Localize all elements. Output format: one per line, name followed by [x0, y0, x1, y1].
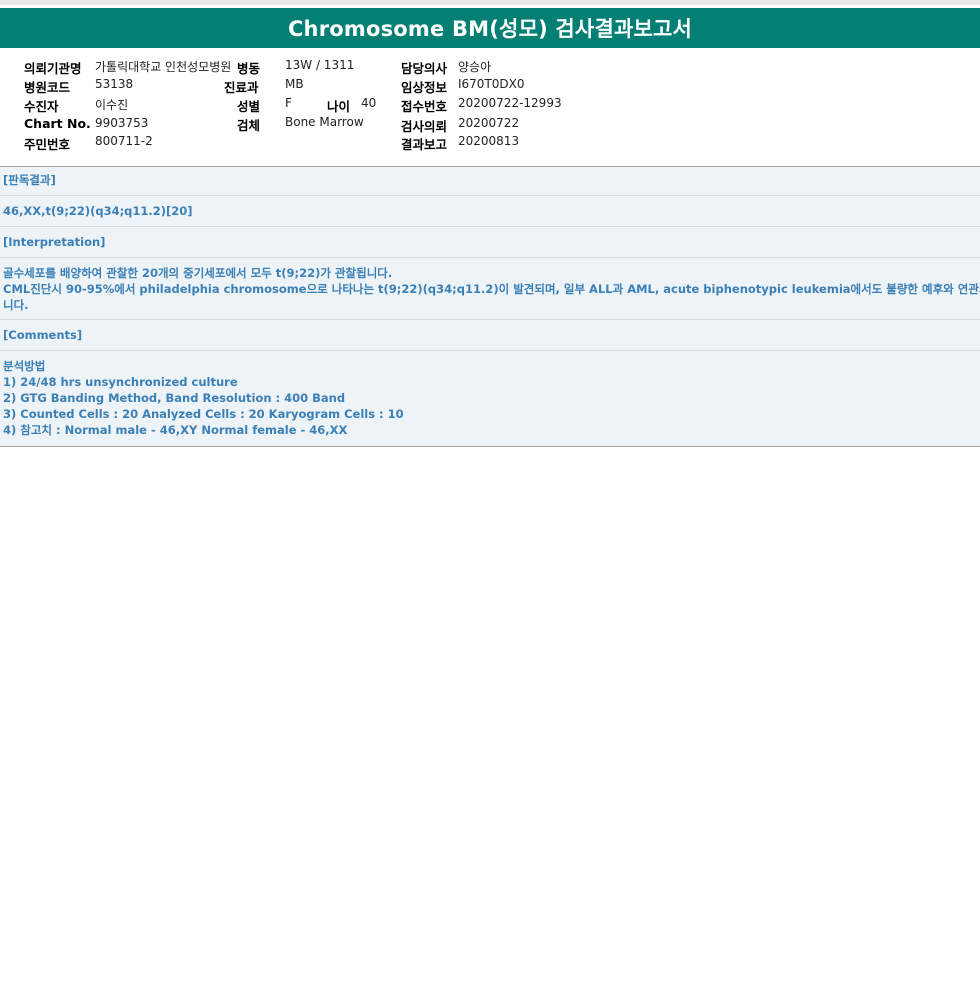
comments-row: 분석방법 1) 24/48 hrs unsynchronized culture…	[0, 351, 980, 446]
receipt-value: 20200722-12993	[458, 96, 562, 110]
report-body: [판독결과] 46,XX,t(9;22)(q34;q11.2)[20] [Int…	[0, 166, 980, 447]
patient-info-panel: 의뢰기관명 가톨릭대학교 인천성모병원 병동 13W / 1311 담당의사 양…	[0, 48, 980, 166]
report-title: Chromosome BM(성모) 검사결과보고서	[287, 17, 693, 41]
report-title-bar: Chromosome BM(성모) 검사결과보고서	[0, 8, 980, 48]
result-heading: [판독결과]	[3, 173, 56, 187]
interpretation-heading: [Interpretation]	[3, 235, 106, 249]
receipt-label: 접수번호	[401, 99, 448, 114]
comments-line: 1) 24/48 hrs unsynchronized culture	[3, 375, 238, 389]
hospital-code-value: 53138	[95, 77, 134, 91]
ward-value: 13W / 1311	[285, 58, 355, 72]
resident-id-value: 800711-2	[95, 134, 153, 148]
interpretation-line: 골수세포를 배양하여 관찰한 20개의 중기세포에서 모두 t(9;22)가 관…	[3, 266, 393, 280]
comments-line: 분석방법	[3, 359, 46, 373]
chart-number-value: 9903753	[95, 116, 149, 130]
department-label: 진료과	[224, 80, 259, 95]
age-value: 40	[361, 96, 377, 110]
interpretation-line: CML진단시 90-95%에서 philadelphia chromosome으…	[3, 282, 980, 296]
comments-heading: [Comments]	[3, 328, 83, 342]
comments-heading-row: [Comments]	[0, 320, 980, 351]
interpretation-row: 골수세포를 배양하여 관찰한 20개의 중기세포에서 모두 t(9;22)가 관…	[0, 258, 980, 320]
patient-label: 수진자	[24, 99, 59, 114]
clinical-info-value: I670T0DX0	[458, 77, 525, 91]
institution-value: 가톨릭대학교 인천성모병원	[95, 60, 232, 74]
ward-label: 병동	[237, 61, 261, 76]
patient-value: 이수진	[95, 98, 129, 112]
doctor-value: 양승아	[458, 60, 492, 74]
doctor-label: 담당의사	[401, 61, 448, 76]
department-value: MB	[285, 77, 304, 91]
clinical-info-label: 임상정보	[401, 80, 448, 95]
request-date-value: 20200722	[458, 116, 520, 130]
resident-id-label: 주민번호	[24, 137, 71, 152]
top-rule	[0, 0, 980, 8]
comments-line: 2) GTG Banding Method, Band Resolution :…	[3, 391, 346, 405]
report-date-label: 결과보고	[401, 137, 448, 152]
age-label: 나이	[327, 99, 351, 114]
hospital-code-label: 병원코드	[24, 80, 71, 95]
result-row: 46,XX,t(9;22)(q34;q11.2)[20]	[0, 196, 980, 227]
interpretation-line: 니다.	[3, 298, 29, 312]
chart-number-label: Chart No.	[24, 116, 91, 131]
interpretation-heading-row: [Interpretation]	[0, 227, 980, 258]
comments-line: 4) 참고치 : Normal male - 46,XY Normal fema…	[3, 423, 348, 437]
sex-label: 성별	[237, 99, 261, 114]
specimen-value: Bone Marrow	[285, 115, 364, 129]
report-date-value: 20200813	[458, 134, 520, 148]
comments-line: 3) Counted Cells : 20 Analyzed Cells : 2…	[3, 407, 404, 421]
result-heading-row: [판독결과]	[0, 167, 980, 196]
request-date-label: 검사의뢰	[401, 119, 448, 134]
specimen-label: 검체	[237, 118, 261, 133]
institution-label: 의뢰기관명	[24, 61, 82, 76]
karyotype-result: 46,XX,t(9;22)(q34;q11.2)[20]	[3, 204, 193, 218]
sex-value: F	[285, 96, 292, 110]
